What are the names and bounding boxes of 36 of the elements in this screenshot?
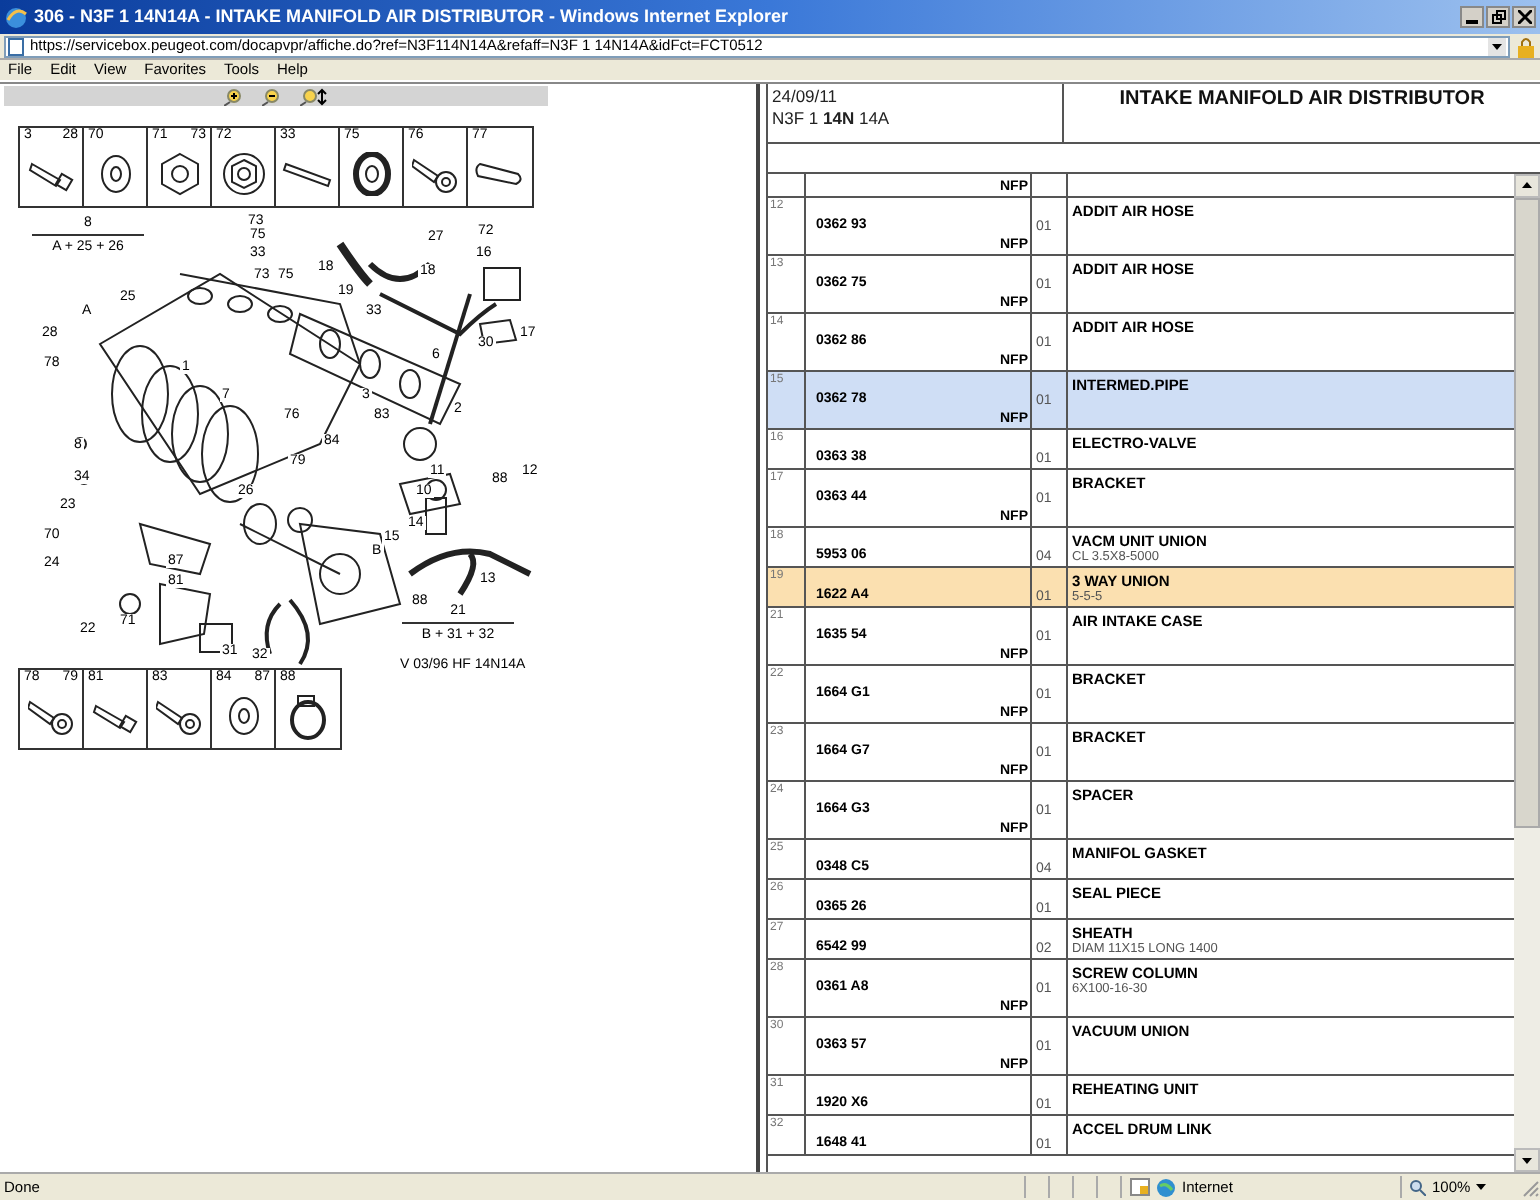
document-date: 24/09/11 (772, 88, 839, 105)
screw-icon (155, 696, 203, 736)
seal-icon (351, 152, 391, 196)
minimize-icon (1466, 20, 1478, 24)
window-title: 306 - N3F 1 14N14A - INTAKE MANIFOLD AIR DISTRIBUTOR - Windows Internet Explorer (34, 3, 788, 30)
browser-icon (4, 5, 28, 29)
nut-icon (157, 152, 201, 196)
flange-nut-icon (219, 152, 267, 196)
scroll-thumb[interactable] (1514, 198, 1540, 828)
close-icon (1517, 10, 1531, 24)
washer-icon (223, 696, 263, 736)
globe-icon (1156, 1177, 1176, 1197)
stud-icon (281, 160, 333, 188)
magnifier-icon (1410, 1179, 1426, 1195)
hose-clamp-icon (286, 692, 330, 740)
restore-icon (1491, 10, 1505, 24)
caret-icon (1476, 1184, 1487, 1190)
restore-button[interactable] (1486, 6, 1510, 28)
dropdown-arrow-icon (1488, 37, 1506, 55)
screw-icon (27, 696, 75, 736)
scroll-down-icon[interactable] (1514, 1148, 1540, 1172)
scroll-up-icon[interactable] (1514, 174, 1540, 198)
padlock-icon (1516, 35, 1536, 57)
zoom-out-icon[interactable] (262, 87, 280, 105)
zoom-in-icon[interactable] (224, 87, 242, 105)
close-button[interactable] (1512, 6, 1536, 28)
resize-grip-icon (1520, 1177, 1540, 1197)
pan-zoom-icon[interactable] (300, 87, 328, 105)
pin-icon (474, 158, 526, 190)
page-icon (8, 37, 24, 55)
vehicle-code: N3F 1 14N 14A (772, 109, 892, 126)
minimize-button[interactable] (1460, 6, 1484, 28)
page-title: INTAKE MANIFOLD AIR DISTRIBUTOR (1119, 90, 1485, 114)
scrollbar[interactable] (1514, 174, 1540, 1172)
washer-icon (95, 154, 135, 194)
screw-icon (411, 154, 459, 194)
